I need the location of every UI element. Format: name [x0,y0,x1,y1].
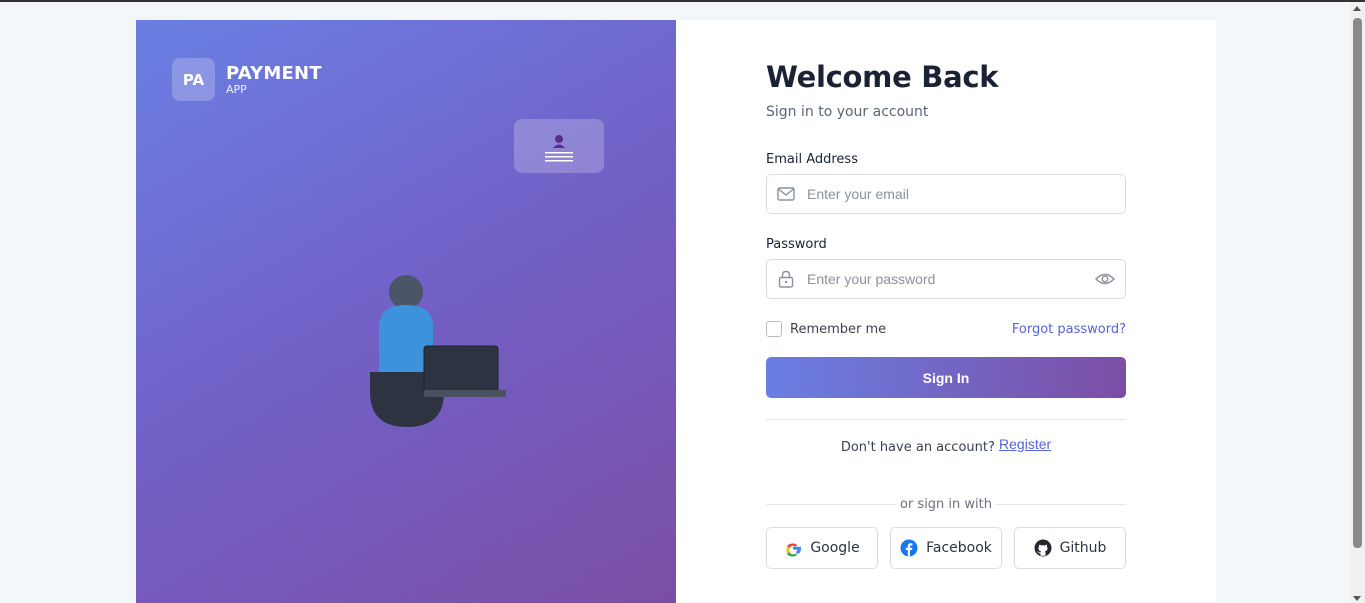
login-page: PA PAYMENT APP Welcome Back Sign in to y… [136,20,1216,603]
register-prompt: Don't have an account? Register [766,436,1126,455]
register-link[interactable]: Register [999,436,1051,452]
facebook-icon [900,539,918,557]
email-label: Email Address [766,152,858,167]
email-input[interactable] [807,186,1115,202]
password-label: Password [766,237,827,252]
scroll-down-arrow-icon[interactable] [1353,596,1361,601]
brand-badge: PA [172,58,215,101]
facebook-label: Facebook [926,540,992,556]
page-subtitle: Sign in to your account [766,104,929,120]
github-label: Github [1059,540,1107,556]
vertical-scrollbar[interactable] [1350,2,1365,603]
brand-text: PAYMENT APP [226,62,322,96]
remember-label: Remember me [790,321,887,337]
email-field[interactable] [766,174,1126,214]
login-form: Welcome Back Sign in to your account Ema… [766,60,1126,569]
google-label: Google [810,540,860,556]
brand-name: PAYMENT [226,62,322,84]
eye-icon[interactable] [1095,269,1115,289]
form-options-row: Remember me Forgot password? [766,321,1126,337]
brand-logo: PA PAYMENT APP [172,58,322,101]
person-laptop-illustration [366,272,506,432]
remember-me[interactable]: Remember me [766,321,886,337]
google-icon [784,539,802,557]
sign-in-button[interactable]: Sign In [766,357,1126,398]
mail-icon [777,185,795,203]
no-account-text: Don't have an account? [840,440,995,455]
or-divider: or sign in with [766,497,1126,512]
scroll-up-arrow-icon[interactable] [1353,6,1361,11]
facebook-button[interactable]: Facebook [890,527,1002,569]
github-icon [1034,539,1052,557]
google-button[interactable]: Google [766,527,878,569]
hero-panel: PA PAYMENT APP [136,20,676,603]
remember-checkbox[interactable] [766,321,782,337]
password-input[interactable] [807,271,1095,287]
or-text: or sign in with [895,497,997,512]
login-panel: Welcome Back Sign in to your account Ema… [676,20,1216,603]
divider [766,419,1126,420]
password-field[interactable] [766,259,1126,299]
page-title: Welcome Back [766,60,999,94]
social-login-row: Google Facebook Github [766,527,1126,569]
github-button[interactable]: Github [1014,527,1126,569]
forgot-password-link[interactable]: Forgot password? [1012,322,1126,337]
scroll-thumb[interactable] [1353,18,1362,548]
brand-subtitle: APP [226,82,247,96]
profile-card-illustration [514,119,604,173]
lock-icon [777,270,795,288]
